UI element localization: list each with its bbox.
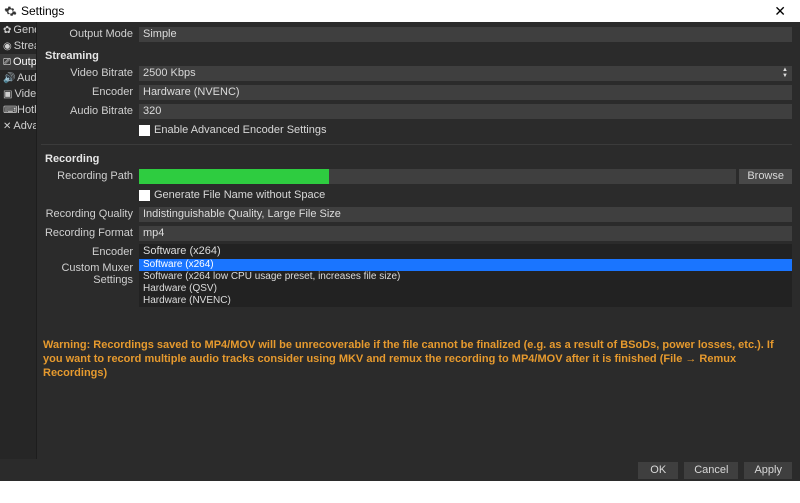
audio-icon: 🔊 xyxy=(3,73,15,84)
recording-quality-label: Recording Quality xyxy=(41,208,139,220)
video-bitrate-spinner[interactable]: 2500 Kbps ▲▼ xyxy=(139,66,792,81)
sidebar-item-label: Hotkeys xyxy=(17,104,37,116)
apply-button[interactable]: Apply xyxy=(744,462,792,479)
sidebar-item-audio[interactable]: 🔊Audio xyxy=(0,70,36,86)
sidebar-item-label: Output xyxy=(13,56,37,68)
sidebar-item-label: Stream xyxy=(14,40,37,52)
video-icon: ▣ xyxy=(3,89,12,100)
streaming-encoder-select[interactable]: Hardware (NVENC) xyxy=(139,85,792,100)
section-divider xyxy=(41,144,792,145)
advanced-icon: ✕ xyxy=(3,121,11,132)
output-icon: ⎚ xyxy=(3,57,11,68)
recording-format-select[interactable]: mp4 xyxy=(139,226,792,241)
stream-icon: ◉ xyxy=(3,41,12,52)
encoder-option[interactable]: Hardware (NVENC) xyxy=(139,295,792,307)
keyboard-icon: ⌨ xyxy=(3,105,15,116)
advanced-encoder-checkbox[interactable] xyxy=(139,125,150,136)
ok-button[interactable]: OK xyxy=(638,462,678,479)
cancel-button[interactable]: Cancel xyxy=(684,462,738,479)
video-bitrate-value: 2500 Kbps xyxy=(143,67,782,79)
sidebar-item-output[interactable]: ⎚Output xyxy=(0,54,36,70)
muxer-label: Custom Muxer Settings xyxy=(41,262,139,286)
sidebar-item-video[interactable]: ▣Video xyxy=(0,86,36,102)
window-title: Settings xyxy=(21,4,64,18)
audio-bitrate-label: Audio Bitrate xyxy=(41,105,139,117)
recording-encoder-label: Encoder xyxy=(41,244,139,258)
filename-nospace-checkbox[interactable] xyxy=(139,190,150,201)
sidebar-item-label: Advanced xyxy=(13,120,37,132)
recording-path-input[interactable] xyxy=(139,169,736,184)
recording-encoder-combobox[interactable]: Software (x264) Software (x264) Software… xyxy=(139,244,792,307)
settings-icon xyxy=(4,5,17,18)
recording-path-redacted xyxy=(139,169,329,184)
sidebar-item-label: Audio xyxy=(17,72,37,84)
sidebar-item-general[interactable]: ✿General xyxy=(0,22,36,38)
output-mode-select[interactable]: Simple xyxy=(139,27,792,42)
filename-nospace-label: Generate File Name without Space xyxy=(154,189,325,201)
output-settings-panel: Output Mode Simple Streaming Video Bitra… xyxy=(37,22,800,459)
output-mode-label: Output Mode xyxy=(41,28,139,40)
audio-bitrate-select[interactable]: 320 xyxy=(139,104,792,119)
sidebar-item-label: Video xyxy=(14,88,37,100)
gear-icon: ✿ xyxy=(3,25,11,36)
recording-quality-select[interactable]: Indistinguishable Quality, Large File Si… xyxy=(139,207,792,222)
encoder-option[interactable]: Hardware (QSV) xyxy=(139,283,792,295)
recording-heading: Recording xyxy=(45,153,792,165)
sidebar-item-hotkeys[interactable]: ⌨Hotkeys xyxy=(0,102,36,118)
sidebar-item-label: General xyxy=(13,24,37,36)
settings-sidebar: ✿General ◉Stream ⎚Output 🔊Audio ▣Video ⌨… xyxy=(0,22,37,459)
encoder-option[interactable]: Software (x264) xyxy=(139,259,792,271)
recording-path-label: Recording Path xyxy=(41,170,139,182)
video-bitrate-label: Video Bitrate xyxy=(41,67,139,79)
window-titlebar: Settings ✕ xyxy=(0,0,800,22)
advanced-encoder-checkbox-label: Enable Advanced Encoder Settings xyxy=(154,124,326,136)
sidebar-item-stream[interactable]: ◉Stream xyxy=(0,38,36,54)
recording-format-label: Recording Format xyxy=(41,227,139,239)
dialog-footer: OK Cancel Apply xyxy=(0,459,800,481)
recording-encoder-dropdown: Software (x264) Software (x264 low CPU u… xyxy=(139,259,792,307)
browse-button[interactable]: Browse xyxy=(739,169,792,184)
recording-encoder-selected[interactable]: Software (x264) xyxy=(139,244,792,259)
mp4-warning-text: Warning: Recordings saved to MP4/MOV wil… xyxy=(41,334,792,384)
streaming-heading: Streaming xyxy=(45,50,792,62)
streaming-encoder-label: Encoder xyxy=(41,86,139,98)
encoder-option[interactable]: Software (x264 low CPU usage preset, inc… xyxy=(139,271,792,283)
sidebar-item-advanced[interactable]: ✕Advanced xyxy=(0,118,36,134)
spinner-arrows-icon[interactable]: ▲▼ xyxy=(782,67,788,79)
close-button[interactable]: ✕ xyxy=(764,3,796,20)
